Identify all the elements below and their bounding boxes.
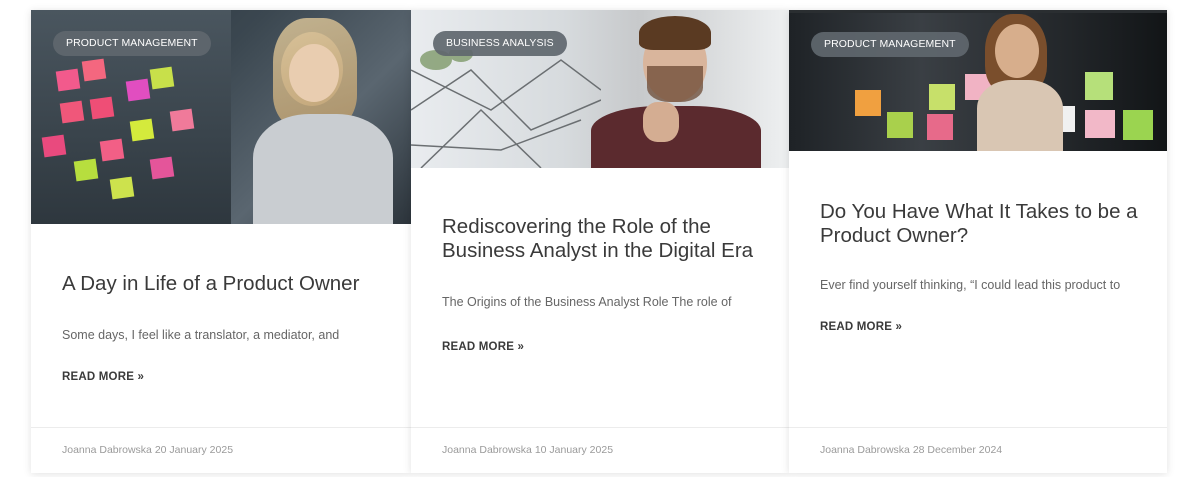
post-date: 10 January 2025 xyxy=(534,444,614,456)
post-meta: Joanna Dabrowska 10 January 2025 xyxy=(411,427,789,473)
post-card: PRODUCT MANAGEMENT A Day in Life of a Pr… xyxy=(31,10,411,473)
category-badge[interactable]: BUSINESS ANALYSIS xyxy=(433,31,567,56)
post-title[interactable]: A Day in Life of a Product Owner xyxy=(62,272,387,296)
post-card: BUSINESS ANALYSIS Rediscovering the Role… xyxy=(411,10,789,473)
post-author: Joanna Dabrowska xyxy=(820,444,910,456)
post-card: PRODUCT MANAGEMENT Do You Have What It T… xyxy=(789,10,1167,473)
post-title[interactable]: Do You Have What It Takes to be a Produc… xyxy=(820,200,1143,248)
post-body: A Day in Life of a Product Owner Some da… xyxy=(62,272,387,385)
post-excerpt: Ever find yourself thinking, “I could le… xyxy=(820,278,1121,292)
post-date: 20 January 2025 xyxy=(154,444,234,456)
blog-post-grid: PRODUCT MANAGEMENT A Day in Life of a Pr… xyxy=(0,0,1200,477)
post-title[interactable]: Rediscovering the Role of the Business A… xyxy=(442,215,765,263)
post-author: Joanna Dabrowska xyxy=(62,444,152,456)
post-excerpt: Some days, I feel like a translator, a m… xyxy=(62,328,340,342)
read-more-link[interactable]: READ MORE » xyxy=(62,371,144,383)
post-meta: Joanna Dabrowska 20 January 2025 xyxy=(31,427,411,473)
post-author: Joanna Dabrowska xyxy=(442,444,532,456)
read-more-link[interactable]: READ MORE » xyxy=(442,341,524,353)
post-body: Do You Have What It Takes to be a Produc… xyxy=(820,200,1143,335)
post-date: 28 December 2024 xyxy=(912,444,1003,456)
category-badge[interactable]: PRODUCT MANAGEMENT xyxy=(811,32,969,57)
post-body: Rediscovering the Role of the Business A… xyxy=(442,215,765,355)
post-meta: Joanna Dabrowska 28 December 2024 xyxy=(789,427,1167,473)
read-more-link[interactable]: READ MORE » xyxy=(820,321,902,333)
category-badge[interactable]: PRODUCT MANAGEMENT xyxy=(53,31,211,56)
post-excerpt: The Origins of the Business Analyst Role… xyxy=(442,295,732,309)
